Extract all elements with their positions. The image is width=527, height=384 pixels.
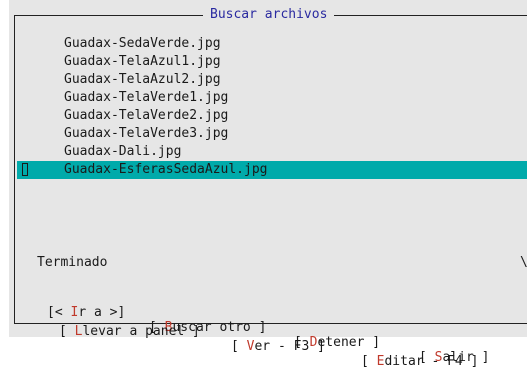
edit-button[interactable]: [ Editar - F4 ]	[361, 354, 478, 369]
file-row[interactable]: Guadax-TelaVerde3.jpg	[17, 125, 527, 143]
file-list[interactable]: Guadax-SedaVerde.jpg Guadax-TelaAzul1.jp…	[17, 35, 527, 179]
file-name: Guadax-TelaVerde3.jpg	[64, 126, 229, 141]
find-results-dialog: Buscar archivos Guadax-SedaVerde.jpg Gua…	[9, 0, 527, 369]
file-row-selected[interactable]: Guadax-EsferasSedaAzul.jpg	[17, 161, 527, 179]
button-row-2: [ Llevar a panel ] [ Ver - F3 ] [ Editar…	[9, 309, 527, 384]
file-row[interactable]: Guadax-TelaVerde2.jpg	[17, 107, 527, 125]
file-row[interactable]: Guadax-TelaAzul1.jpg	[17, 53, 527, 71]
file-name: Guadax-TelaVerde1.jpg	[64, 90, 229, 105]
file-row[interactable]: Guadax-TelaAzul2.jpg	[17, 71, 527, 89]
button-label: er - F3 ]	[254, 339, 325, 354]
button-bracket: [	[361, 354, 377, 369]
hotkey-letter: E	[376, 354, 385, 369]
button-bracket: [	[231, 339, 247, 354]
file-row[interactable]: Guadax-Dali.jpg	[17, 143, 527, 161]
file-name: Guadax-TelaAzul1.jpg	[64, 54, 221, 69]
file-name: Guadax-EsferasSedaAzul.jpg	[64, 162, 268, 177]
file-name: Guadax-SedaVerde.jpg	[64, 36, 221, 51]
hotkey-letter: V	[246, 339, 255, 354]
file-name: Guadax-TelaAzul2.jpg	[64, 72, 221, 87]
text-cursor	[22, 163, 28, 176]
file-row[interactable]: Guadax-SedaVerde.jpg	[17, 35, 527, 53]
file-row[interactable]: Guadax-TelaVerde1.jpg	[17, 89, 527, 107]
view-button[interactable]: [ Ver - F3 ]	[231, 339, 325, 354]
file-name: Guadax-Dali.jpg	[64, 144, 182, 159]
file-name: Guadax-TelaVerde2.jpg	[64, 108, 229, 123]
status-text: Terminado	[37, 255, 108, 270]
button-label: ditar - F4 ]	[384, 354, 479, 369]
progress-spinner: \	[520, 255, 527, 270]
dialog-title: Buscar archivos	[203, 7, 335, 23]
